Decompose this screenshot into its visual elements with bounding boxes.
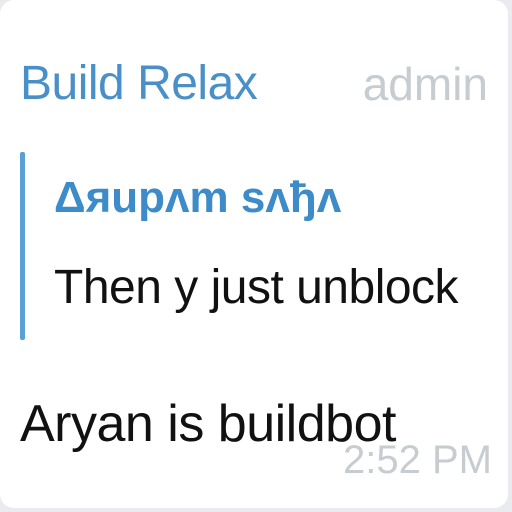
reply-author: Δяupʌm sʌђʌ — [54, 173, 342, 222]
message-text: Aryan is buildbot — [20, 395, 396, 453]
message-bubble[interactable]: Build Relax admin Δяupʌm sʌђʌ Then y jus… — [0, 0, 508, 508]
sender-role-badge: admin — [362, 58, 488, 110]
sender-name[interactable]: Build Relax — [20, 48, 258, 120]
reply-quote-bar — [20, 152, 25, 340]
reply-text: Then y just unblock — [54, 261, 459, 314]
reply-quote[interactable]: Δяupʌm sʌђʌ Then y just unblock — [20, 152, 480, 340]
message-timestamp: 2:52 PM — [343, 438, 492, 482]
